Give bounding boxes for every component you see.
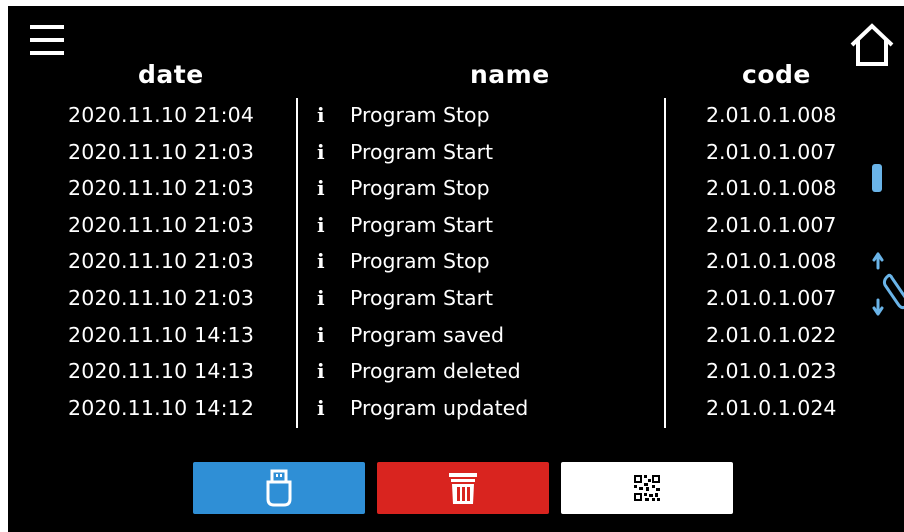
log-date: 2020.11.10 14:12 — [68, 395, 255, 420]
log-name: Program Start — [350, 212, 494, 237]
log-name: Program deleted — [350, 359, 521, 384]
trash-icon — [449, 473, 477, 504]
info-icon: i — [317, 176, 325, 201]
log-code: 2.01.0.1.024 — [706, 395, 837, 420]
log-name: Program Start — [350, 285, 494, 310]
info-icon: i — [317, 322, 325, 347]
column-header-name: name — [470, 60, 550, 89]
scroll-drag-icon[interactable] — [872, 250, 904, 320]
log-date: 2020.11.10 21:03 — [68, 285, 255, 310]
log-row[interactable]: 2020.11.10 14:13 i Program saved 2.01.0.… — [8, 322, 868, 359]
info-icon: i — [317, 249, 325, 274]
column-header-date: date — [138, 60, 204, 89]
qr-code-icon — [634, 475, 660, 501]
log-code: 2.01.0.1.008 — [706, 249, 837, 274]
log-code: 2.01.0.1.007 — [706, 285, 837, 310]
log-row[interactable]: 2020.11.10 21:03 i Program Start 2.01.0.… — [8, 285, 868, 322]
log-code: 2.01.0.1.007 — [706, 139, 837, 164]
qr-code-button[interactable] — [561, 462, 733, 514]
log-name: Program updated — [350, 395, 529, 420]
log-row[interactable]: 2020.11.10 21:03 i Program Start 2.01.0.… — [8, 139, 868, 176]
log-row[interactable]: 2020.11.10 14:13 i Program deleted 2.01.… — [8, 358, 868, 395]
usb-drive-icon — [266, 469, 292, 507]
log-date: 2020.11.10 14:13 — [68, 322, 255, 347]
info-icon: i — [317, 139, 325, 164]
info-icon: i — [317, 103, 325, 127]
log-code: 2.01.0.1.008 — [706, 103, 837, 127]
scrollbar-thumb[interactable] — [872, 164, 882, 192]
log-date: 2020.11.10 21:03 — [68, 139, 255, 164]
log-date: 2020.11.10 14:13 — [68, 359, 255, 384]
event-log-screen: date name code 2020.11.10 21:04 i Progra… — [8, 6, 904, 532]
log-row[interactable]: 2020.11.10 21:04 i Program Stop 2.01.0.1… — [8, 102, 868, 139]
log-name: Program Start — [350, 139, 494, 164]
log-row[interactable]: 2020.11.10 14:12 i Program updated 2.01.… — [8, 395, 868, 432]
log-row[interactable]: 2020.11.10 21:03 i Program Stop 2.01.0.1… — [8, 175, 868, 212]
log-row[interactable]: 2020.11.10 21:03 i Program Stop 2.01.0.1… — [8, 248, 868, 285]
log-date: 2020.11.10 21:03 — [68, 176, 255, 201]
log-date: 2020.11.10 21:03 — [68, 249, 255, 274]
log-code: 2.01.0.1.008 — [706, 176, 837, 201]
log-code: 2.01.0.1.022 — [706, 322, 837, 347]
hamburger-menu-icon[interactable] — [30, 24, 66, 58]
usb-export-button[interactable] — [193, 462, 365, 514]
log-name: Program Stop — [350, 249, 490, 274]
log-name: Program Stop — [350, 176, 490, 201]
log-name: Program Stop — [350, 103, 490, 127]
column-header-code: code — [742, 60, 811, 89]
log-code: 2.01.0.1.007 — [706, 212, 837, 237]
log-row[interactable]: 2020.11.10 21:03 i Program Start 2.01.0.… — [8, 212, 868, 249]
info-icon: i — [317, 285, 325, 310]
delete-log-button[interactable] — [377, 462, 549, 514]
info-icon: i — [317, 395, 325, 420]
log-date: 2020.11.10 21:04 — [68, 103, 255, 127]
info-icon: i — [317, 212, 325, 237]
log-code: 2.01.0.1.023 — [706, 359, 837, 384]
info-icon: i — [317, 359, 325, 384]
event-log-list: 2020.11.10 21:04 i Program Stop 2.01.0.1… — [8, 102, 868, 431]
log-date: 2020.11.10 21:03 — [68, 212, 255, 237]
home-icon[interactable] — [848, 22, 896, 68]
log-name: Program saved — [350, 322, 505, 347]
